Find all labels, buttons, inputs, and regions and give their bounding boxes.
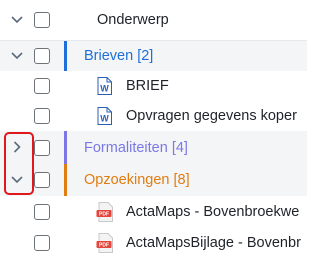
item-label: ActaMapsBijlage - Bovenbr	[126, 235, 301, 251]
item-label: BRIEF	[126, 78, 169, 94]
svg-text:W: W	[100, 84, 109, 94]
pdf-icon: PDF	[96, 233, 113, 253]
item-checkbox[interactable]	[34, 235, 50, 251]
list-item-actamapsbijlage[interactable]: PDF ActaMapsBijlage - Bovenbr	[0, 227, 307, 258]
item-checkbox[interactable]	[34, 78, 50, 94]
group-label-brieven: Brieven [2]	[84, 48, 154, 64]
list-item-actamaps[interactable]: PDF ActaMaps - Bovenbroekwe	[0, 196, 307, 227]
select-all-checkbox[interactable]	[34, 12, 50, 28]
svg-text:W: W	[100, 114, 109, 124]
chevron-down-icon[interactable]	[8, 47, 26, 65]
highlight-box	[4, 132, 34, 195]
group-checkbox-formaliteiten[interactable]	[34, 140, 50, 156]
word-doc-icon: W	[97, 107, 112, 125]
header-row: Onderwerp	[0, 0, 307, 40]
group-label-formaliteiten: Formaliteiten [4]	[84, 140, 188, 156]
list-item-opvragen[interactable]: W Opvragen gegevens koper	[0, 101, 307, 131]
group-checkbox-opzoekingen[interactable]	[34, 172, 50, 188]
item-label: Opvragen gegevens koper	[126, 108, 297, 124]
group-label-opzoekingen: Opzoekingen [8]	[84, 172, 190, 188]
item-checkbox[interactable]	[34, 108, 50, 124]
svg-text:PDF: PDF	[99, 212, 109, 218]
item-checkbox[interactable]	[34, 204, 50, 220]
svg-text:PDF: PDF	[99, 243, 109, 249]
pdf-icon: PDF	[96, 202, 113, 222]
group-row-brieven[interactable]: Brieven [2]	[0, 41, 307, 71]
group-checkbox-brieven[interactable]	[34, 48, 50, 64]
list-item-brief[interactable]: W BRIEF	[0, 71, 307, 101]
word-doc-icon: W	[97, 77, 112, 95]
column-header-onderwerp[interactable]: Onderwerp	[97, 12, 169, 28]
item-label: ActaMaps - Bovenbroekwe	[126, 204, 300, 220]
group-row-formaliteiten[interactable]: Formaliteiten [4]	[0, 131, 307, 164]
group-row-opzoekingen[interactable]: Opzoekingen [8]	[0, 164, 307, 196]
collapse-all-chevron-down-icon[interactable]	[8, 11, 26, 29]
